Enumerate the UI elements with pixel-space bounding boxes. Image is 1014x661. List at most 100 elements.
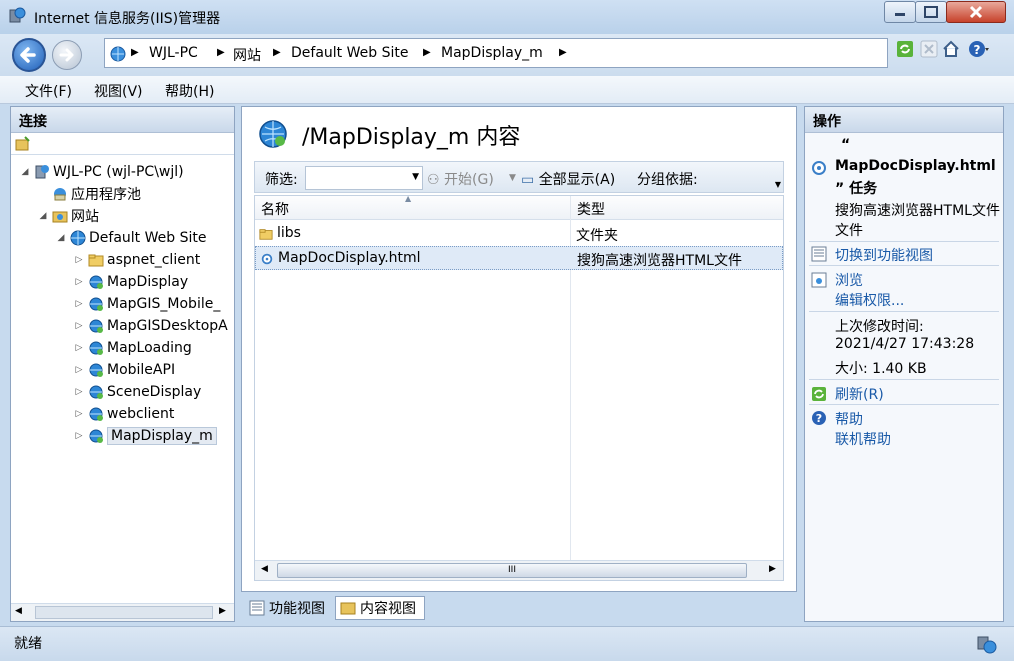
window-title: Internet 信息服务(IIS)管理器 — [34, 11, 221, 27]
tree-expand-icon[interactable]: ▷ — [73, 387, 85, 397]
task-quote-close: ” 任务 — [835, 181, 878, 197]
scroll-right-icon[interactable]: ▶ — [219, 606, 226, 616]
tree-expand-icon[interactable]: ▷ — [73, 343, 85, 353]
tree-node[interactable]: ◢ 网站 — [37, 205, 99, 227]
menu-view[interactable]: 视图(V) — [94, 81, 143, 101]
content-scrollbar[interactable]: ◀ III ▶ — [255, 560, 783, 580]
web-app-icon — [259, 120, 287, 148]
tree-expand-icon[interactable]: ▷ — [73, 409, 85, 419]
scroll-right-icon[interactable]: ▶ — [769, 564, 776, 574]
breadcrumb-sites[interactable]: 网站 — [233, 45, 261, 65]
tree-expand-icon[interactable]: ▷ — [73, 321, 85, 331]
show-all-label: 全部显示(A) — [538, 172, 616, 188]
tree-node[interactable]: ▷ MapLoading — [73, 337, 192, 359]
menu-file[interactable]: 文件(F) — [25, 81, 72, 101]
breadcrumb-server[interactable]: WJL-PC — [149, 45, 198, 61]
home-icon[interactable] — [942, 40, 960, 58]
column-type[interactable]: 类型 — [577, 199, 605, 219]
tab-features-label: 功能视图 — [269, 601, 325, 617]
tree-expand-icon[interactable]: ▷ — [73, 299, 85, 309]
breadcrumb-default-web-site[interactable]: Default Web Site — [291, 45, 408, 61]
minimize-button[interactable] — [884, 1, 916, 23]
start-dropdown-icon[interactable]: ▼ — [509, 173, 516, 183]
tree-node[interactable]: ▷ MobileAPI — [73, 359, 176, 381]
web-app-icon — [89, 429, 103, 443]
address-bar[interactable]: ▶ WJL-PC ▶ 网站 ▶ Default Web Site ▶ MapDi… — [104, 38, 888, 68]
tree-node[interactable]: ◢ WJL-PC (wjl-PC\wjl) — [19, 161, 184, 183]
tree-node[interactable]: ▷ MapGISDesktopA — [73, 315, 228, 337]
filter-overflow-icon[interactable]: ▼ — [775, 180, 781, 189]
edit-permissions-link[interactable]: 编辑权限... — [835, 290, 904, 310]
scroll-left-icon[interactable]: ◀ — [15, 606, 22, 616]
connections-scrollbar[interactable]: ◀ ▶ — [11, 603, 234, 621]
tree-node-label: webclient — [107, 406, 175, 422]
connections-toolbar — [11, 133, 234, 155]
list-item[interactable]: libs 文件夹 — [255, 222, 783, 246]
chevron-down-icon[interactable]: ▼ — [412, 172, 419, 182]
switch-to-features-link[interactable]: 切换到功能视图 — [835, 245, 933, 265]
divider — [809, 265, 999, 266]
tree-expand-icon[interactable]: ▷ — [73, 431, 85, 441]
tree-collapse-icon[interactable]: ◢ — [55, 233, 67, 243]
tree-node[interactable]: ▷ SceneDisplay — [73, 381, 202, 403]
tree-node-label: MapGISDesktopA — [107, 318, 228, 334]
scroll-thumb[interactable] — [35, 606, 213, 619]
create-connection-icon[interactable] — [15, 136, 31, 152]
tree-node[interactable]: ▷ aspnet_client — [73, 249, 201, 271]
menu-bar: 文件(F) 视图(V) 帮助(H) — [0, 76, 1014, 104]
column-name[interactable]: 名称 — [261, 199, 289, 219]
tree-expand-icon[interactable]: ▷ — [73, 365, 85, 375]
tab-content-view[interactable]: 内容视图 — [335, 596, 425, 620]
divider — [809, 379, 999, 380]
stop-icon[interactable] — [920, 40, 938, 58]
html-file-icon — [812, 161, 826, 175]
tree-collapse-icon[interactable]: ◢ — [19, 167, 31, 177]
tree-node[interactable]: ◢ Default Web Site — [55, 227, 207, 249]
status-bar: 就绪 — [0, 626, 1014, 661]
scroll-thumb[interactable]: III — [277, 563, 747, 578]
help-dropdown-icon[interactable]: ? — [968, 40, 990, 58]
features-view-icon — [249, 600, 265, 616]
breadcrumb-separator-icon[interactable]: ▶ — [559, 47, 567, 58]
scroll-left-icon[interactable]: ◀ — [261, 564, 268, 574]
maximize-button[interactable] — [915, 1, 947, 23]
menu-help[interactable]: 帮助(H) — [165, 81, 214, 101]
browse-link[interactable]: 浏览 — [835, 270, 863, 290]
web-app-icon — [89, 363, 103, 377]
globe-icon — [70, 230, 86, 246]
last-modified-label: 上次修改时间: — [835, 319, 924, 335]
breadcrumb-separator-icon: ▶ — [273, 47, 281, 58]
tree-node[interactable]: ▷ MapGIS_Mobile_ — [73, 293, 221, 315]
tab-features-view[interactable]: 功能视图 — [245, 596, 333, 620]
tree-node[interactable]: 应用程序池 — [37, 183, 141, 205]
tab-content-label: 内容视图 — [360, 601, 416, 617]
online-help-link[interactable]: 联机帮助 — [835, 429, 891, 449]
tree-node-label: MobileAPI — [107, 362, 176, 378]
close-button[interactable] — [946, 1, 1006, 23]
refresh-icon[interactable] — [896, 40, 914, 58]
title-bar: Internet 信息服务(IIS)管理器 — [0, 0, 1014, 34]
tree-node[interactable]: ▷ webclient — [73, 403, 175, 425]
filter-input[interactable]: ▼ — [305, 166, 423, 190]
tree-collapse-icon[interactable]: ◢ — [37, 211, 49, 221]
group-by-button[interactable]: 分组依据: — [637, 169, 698, 189]
show-all-icon: ▭ — [521, 172, 535, 188]
divider — [809, 311, 999, 312]
forward-button[interactable] — [52, 40, 82, 70]
refresh-link[interactable]: 刷新(R) — [835, 384, 884, 404]
refresh-icon — [812, 387, 826, 401]
item-type: 文件夹 — [576, 228, 618, 244]
tree-expand-icon[interactable]: ▷ — [73, 255, 85, 265]
show-all-button[interactable]: ▭ 全部显示(A) — [521, 169, 615, 189]
file-size: 大小: 1.40 KB — [835, 361, 927, 377]
breadcrumb-current-app[interactable]: MapDisplay_m — [441, 45, 543, 61]
start-filter-button[interactable]: ⚇ 开始(G) — [427, 169, 494, 189]
maximize-icon — [924, 6, 938, 18]
help-link[interactable]: 帮助 — [835, 409, 863, 429]
tree-node[interactable]: ▷ MapDisplay_m — [73, 425, 217, 447]
tree-expand-icon[interactable]: ▷ — [73, 277, 85, 287]
help-icon: ? — [812, 411, 826, 425]
tree-node[interactable]: ▷ MapDisplay — [73, 271, 189, 293]
back-button[interactable] — [12, 38, 46, 72]
list-item[interactable]: MapDocDisplay.html 搜狗高速浏览器HTML文件 — [255, 246, 783, 270]
